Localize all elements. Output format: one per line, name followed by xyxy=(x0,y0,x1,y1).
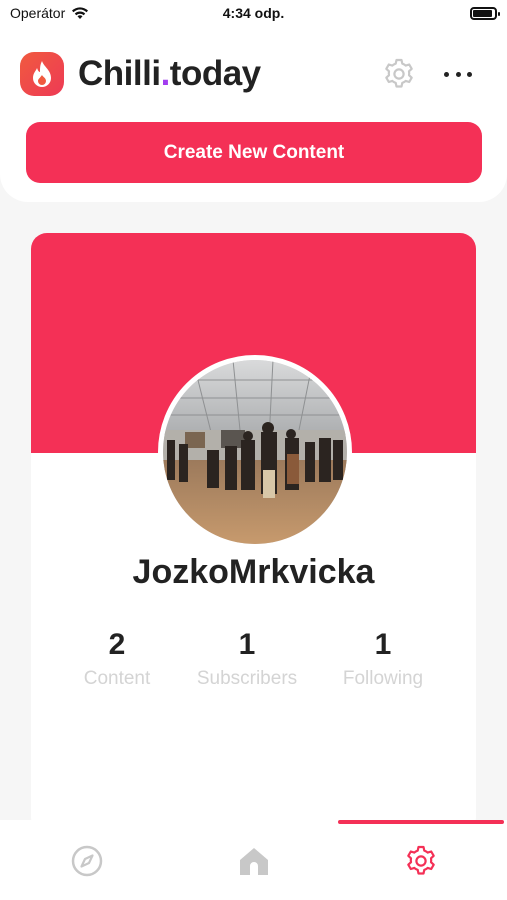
more-button[interactable] xyxy=(444,64,472,84)
more-icon-dot xyxy=(467,71,472,77)
tab-bar xyxy=(0,820,507,900)
header: Chilli.today Create New Content xyxy=(0,26,507,202)
brand: Chilli.today xyxy=(20,52,261,96)
brand-name-suffix: today xyxy=(169,54,261,93)
flame-icon xyxy=(20,52,64,96)
compass-icon xyxy=(71,845,103,877)
tab-explore[interactable] xyxy=(70,844,104,878)
more-icon-dot xyxy=(455,71,461,77)
brand-name: Chilli.today xyxy=(78,54,261,94)
battery-icon xyxy=(470,7,500,20)
avatar-photo xyxy=(163,360,347,544)
avatar[interactable] xyxy=(158,355,352,549)
status-time: 4:34 odp. xyxy=(222,5,285,21)
profile-stats: 2 Content 1 Subscribers 1 Following xyxy=(31,628,476,698)
active-tab-indicator xyxy=(338,820,504,824)
username: JozkoMrkvicka xyxy=(132,553,375,591)
stat-value: 1 xyxy=(238,628,256,661)
stat-label: Following xyxy=(342,668,424,689)
more-icon-dot xyxy=(444,71,449,77)
home-icon xyxy=(240,848,268,875)
stat-content[interactable]: 2 Content xyxy=(47,628,187,690)
stat-subscribers[interactable]: 1 Subscribers xyxy=(177,628,317,690)
gear-icon xyxy=(385,58,413,88)
gear-icon xyxy=(407,845,435,875)
settings-button[interactable] xyxy=(382,57,416,91)
stat-value: 1 xyxy=(374,628,392,661)
tab-settings[interactable] xyxy=(404,844,438,878)
status-bar: Operátor 4:34 odp. xyxy=(0,0,507,26)
tab-home[interactable] xyxy=(237,844,271,878)
brand-name-dot: . xyxy=(160,54,171,93)
create-content-button[interactable]: Create New Content xyxy=(26,122,482,183)
stat-label: Content xyxy=(83,668,151,689)
profile-card: JozkoMrkvicka 2 Content 1 Subscribers 1 … xyxy=(31,233,476,833)
stat-following[interactable]: 1 Following xyxy=(313,628,453,690)
brand-name-main: Chilli xyxy=(78,54,161,93)
stat-label: Subscribers xyxy=(196,668,298,689)
stat-value: 2 xyxy=(108,628,126,661)
